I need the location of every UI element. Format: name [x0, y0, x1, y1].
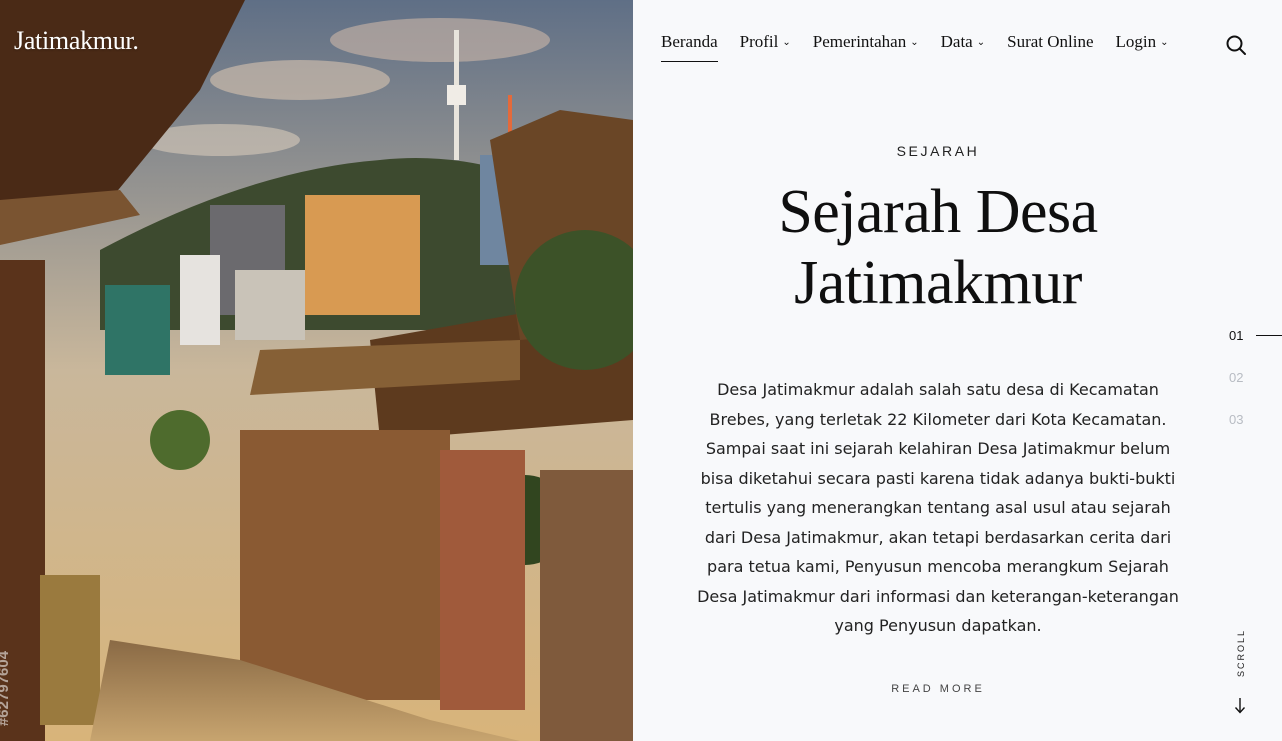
slide-indicator: 01 02 03 — [1229, 328, 1282, 454]
history-paragraph: Desa Jatimakmur adalah salah satu desa d… — [697, 380, 1179, 635]
scroll-down-button[interactable] — [1233, 697, 1247, 715]
title-line-2: Jatimakmur — [794, 249, 1082, 317]
search-icon — [1226, 35, 1246, 55]
slide-indicator-02[interactable]: 02 — [1229, 370, 1243, 412]
main-nav: Beranda Profil ⌄ Pemerintahan ⌄ Data ⌄ S… — [661, 32, 1191, 72]
page-title: Sejarah Desa Jatimakmur — [690, 177, 1186, 319]
nav-item-label: Data — [940, 32, 973, 51]
site-logo[interactable]: Jatimakmur. — [14, 26, 139, 56]
section-eyebrow: SEJARAH — [896, 143, 980, 159]
nav-item-label: Profil — [739, 32, 779, 51]
nav-item-data[interactable]: Data ⌄ — [941, 32, 985, 62]
nav-item-surat-online[interactable]: Surat Online — [1007, 32, 1093, 62]
nav-item-login[interactable]: Login ⌄ — [1116, 32, 1169, 62]
scroll-label: SCROLL — [1236, 628, 1246, 677]
nav-item-profil[interactable]: Profil ⌄ — [740, 32, 791, 62]
arrow-down-icon — [1234, 698, 1246, 714]
search-button[interactable] — [1225, 34, 1247, 56]
nav-item-pemerintahan[interactable]: Pemerintahan ⌄ — [813, 32, 919, 62]
image-watermark: #62797604 — [0, 650, 13, 727]
slide-indicator-03[interactable]: 03 — [1229, 412, 1243, 454]
hero-content: SEJARAH Sejarah Desa Jatimakmur Desa Jat… — [690, 143, 1186, 697]
nav-item-label: Pemerintahan — [812, 32, 907, 51]
chevron-down-icon: ⌄ — [910, 36, 919, 48]
nav-item-label: Login — [1115, 32, 1157, 51]
nav-item-label: Beranda — [661, 32, 718, 51]
hero-image: Jatimakmur. #62797604 — [0, 0, 633, 741]
chevron-down-icon: ⌄ — [976, 36, 986, 48]
chevron-down-icon: ⌄ — [782, 36, 791, 48]
hero-photo-illustration — [0, 0, 633, 741]
nav-item-beranda[interactable]: Beranda — [661, 32, 718, 62]
chevron-down-icon: ⌄ — [1160, 36, 1169, 48]
slide-indicator-01[interactable]: 01 — [1229, 328, 1282, 370]
title-line-1: Sejarah Desa — [778, 178, 1098, 246]
nav-item-label: Surat Online — [1007, 32, 1094, 51]
read-more-link[interactable]: READ MORE — [891, 683, 985, 695]
